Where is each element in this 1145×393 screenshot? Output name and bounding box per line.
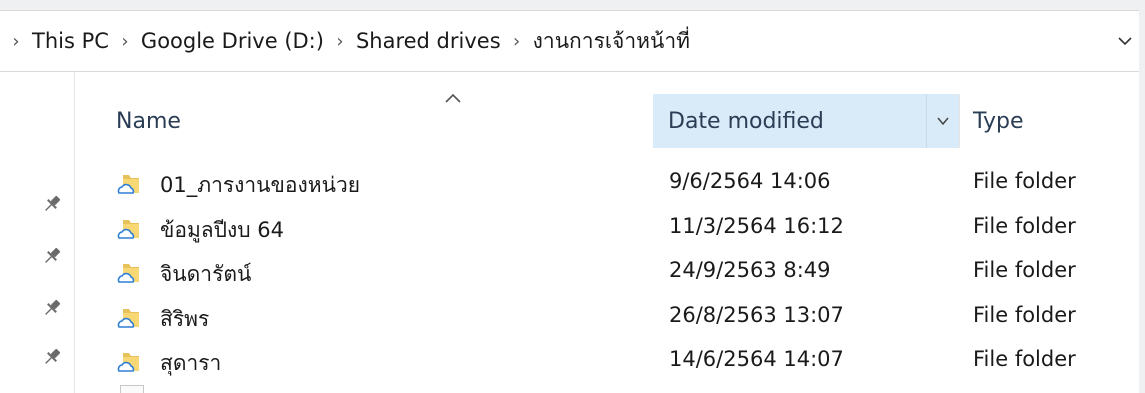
list-item[interactable]: 01_ภารงานของหน่วย 9/6/2564 14:06 File fo… xyxy=(75,160,1139,205)
column-header-date-modified[interactable]: Date modified xyxy=(653,94,927,148)
file-name[interactable]: จินดารัตน์ xyxy=(160,258,251,291)
file-type: File folder xyxy=(973,169,1076,193)
chevron-right-icon[interactable]: › xyxy=(324,31,356,52)
google-drive-folder-icon xyxy=(117,308,139,328)
column-divider[interactable] xyxy=(959,94,960,148)
chevron-right-icon[interactable]: › xyxy=(0,31,32,52)
file-date-modified: 26/8/2563 13:07 xyxy=(669,302,844,327)
breadcrumb-google-drive[interactable]: Google Drive (D:) xyxy=(141,29,324,53)
file-date-modified: 9/6/2564 14:06 xyxy=(669,169,831,193)
breadcrumb-current-folder[interactable]: งานการเจ้าหน้าที่ xyxy=(533,25,690,58)
file-type: File folder xyxy=(973,347,1076,371)
file-name[interactable]: ข้อมูลปีงบ 64 xyxy=(160,214,284,247)
file-name[interactable]: 01_ภารงานของหน่วย xyxy=(160,169,360,202)
pin-icon[interactable] xyxy=(40,345,64,369)
breadcrumb: › This PC › Google Drive (D:) › Shared d… xyxy=(0,11,690,71)
list-item[interactable]: สุดารา 14/6/2564 14:07 File folder xyxy=(75,338,1139,383)
address-bar[interactable]: › This PC › Google Drive (D:) › Shared d… xyxy=(0,10,1145,72)
file-date-modified: 24/9/2563 8:49 xyxy=(669,258,831,282)
file-explorer-window: › This PC › Google Drive (D:) › Shared d… xyxy=(0,0,1145,393)
file-type: File folder xyxy=(973,302,1076,327)
column-headers: Name Date modified Type xyxy=(75,72,1139,148)
google-drive-folder-icon xyxy=(117,353,139,372)
column-header-type[interactable]: Type xyxy=(973,94,1133,148)
file-name[interactable]: สิริพร xyxy=(160,303,209,336)
pin-icon[interactable] xyxy=(40,296,64,320)
file-icon[interactable] xyxy=(120,385,144,393)
breadcrumb-this-pc[interactable]: This PC xyxy=(32,29,109,53)
breadcrumb-shared-drives[interactable]: Shared drives xyxy=(356,29,501,53)
file-type: File folder xyxy=(973,258,1076,282)
pin-icon[interactable] xyxy=(40,244,64,268)
file-date-modified: 14/6/2564 14:07 xyxy=(669,347,844,371)
window-edge xyxy=(1139,10,1145,393)
column-header-name[interactable]: Name xyxy=(116,94,656,148)
chevron-right-icon[interactable]: › xyxy=(109,31,141,52)
pin-icon[interactable] xyxy=(40,192,64,216)
chevron-right-icon[interactable]: › xyxy=(501,31,533,52)
google-drive-folder-icon xyxy=(117,219,139,239)
chevron-down-icon[interactable] xyxy=(1117,33,1133,49)
file-list: 01_ภารงานของหน่วย 9/6/2564 14:06 File fo… xyxy=(75,160,1139,383)
navigation-pane xyxy=(0,72,74,393)
file-date-modified: 11/3/2564 16:12 xyxy=(669,213,844,238)
google-drive-folder-icon xyxy=(117,175,139,194)
title-bar-strip xyxy=(0,0,1145,10)
chevron-down-icon xyxy=(937,117,949,126)
column-filter-dropdown[interactable] xyxy=(927,94,959,148)
file-type: File folder xyxy=(973,213,1076,238)
list-item[interactable]: สิริพร 26/8/2563 13:07 File folder xyxy=(75,294,1139,339)
list-item[interactable]: จินดารัตน์ 24/9/2563 8:49 File folder xyxy=(75,249,1139,294)
file-name[interactable]: สุดารา xyxy=(160,347,221,380)
google-drive-folder-icon xyxy=(117,264,139,283)
list-item[interactable]: ข้อมูลปีงบ 64 11/3/2564 16:12 File folde… xyxy=(75,205,1139,250)
